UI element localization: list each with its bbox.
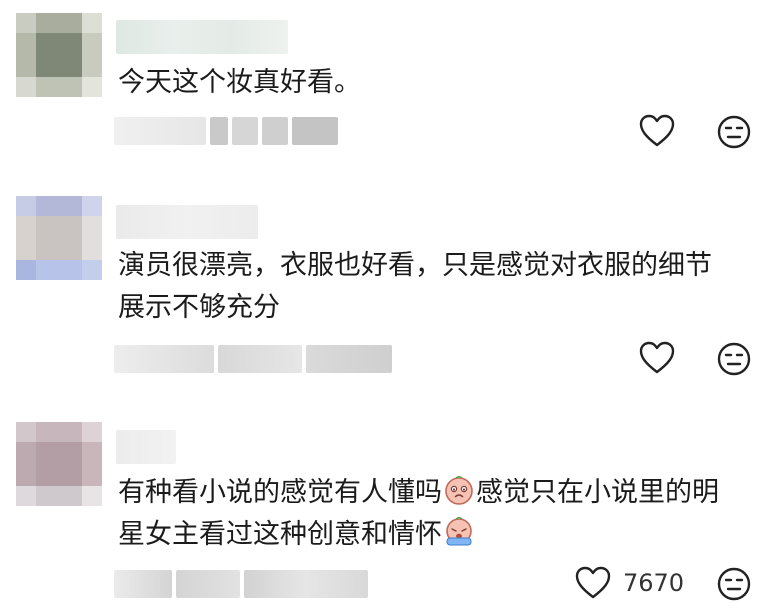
- comment-meta-blurred: [114, 117, 338, 145]
- neutral-face-icon: [717, 342, 751, 376]
- like-count: 7670: [623, 569, 685, 597]
- avatar-pixel: [16, 216, 36, 260]
- username-blurred[interactable]: [116, 205, 258, 239]
- avatar-pixel: [16, 77, 36, 97]
- username-blurred[interactable]: [116, 20, 288, 54]
- avatar-pixel: [82, 13, 102, 33]
- comment-text: 今天这个妆真好看。: [118, 62, 361, 104]
- like-button[interactable]: [639, 114, 675, 148]
- dislike-button[interactable]: [717, 567, 751, 605]
- avatar-pixel: [16, 422, 36, 442]
- avatar-pixel: [82, 216, 102, 260]
- sad-face-sticker-icon: [445, 476, 473, 505]
- avatar-pixel: [82, 196, 102, 216]
- avatar-pixel: [36, 77, 82, 97]
- comment-meta-blurred: [114, 570, 368, 598]
- avatar-pixel: [82, 422, 102, 442]
- avatar-pixel: [36, 196, 82, 216]
- comment-text-segment: 有种看小说的感觉有人懂吗: [118, 477, 442, 508]
- like-button[interactable]: [639, 341, 675, 375]
- avatar-pixel: [36, 486, 82, 506]
- avatar-pixel: [82, 442, 102, 486]
- comment-text-segment: 感觉只在小说里的明: [476, 477, 719, 508]
- comment-text: 演员很漂亮，衣服也好看，只是感觉对衣服的细节 展示不够充分: [118, 245, 712, 329]
- avatar-pixel: [82, 77, 102, 97]
- avatar-pixel: [82, 33, 102, 77]
- avatar[interactable]: [16, 13, 102, 97]
- avatar-pixel: [36, 13, 82, 33]
- comment-text-line: 展示不够充分: [118, 292, 280, 323]
- neutral-face-icon: [717, 115, 751, 149]
- comment-text-line: 有种看小说的感觉有人懂吗 感觉只在小说里的明: [118, 472, 719, 514]
- comment-text-segment: 星女主看过这种创意和情怀: [118, 519, 442, 550]
- avatar-pixel: [16, 33, 36, 77]
- heart-outline-icon: [575, 566, 611, 599]
- avatar-pixel: [82, 260, 102, 280]
- username-blurred[interactable]: [116, 430, 176, 464]
- avatar[interactable]: [16, 196, 102, 280]
- dislike-button[interactable]: [717, 115, 751, 153]
- avatar-pixel: [16, 196, 36, 216]
- avatar-pixel: [16, 442, 36, 486]
- comment-text-line: 星女主看过这种创意和情怀: [118, 514, 719, 556]
- comment-text-line: 今天这个妆真好看。: [118, 67, 361, 98]
- avatar-pixel: [36, 260, 82, 280]
- avatar-pixel: [16, 13, 36, 33]
- heart-outline-icon: [639, 341, 675, 374]
- heart-outline-icon: [639, 114, 675, 147]
- avatar-pixel: [16, 260, 36, 280]
- avatar[interactable]: [16, 422, 102, 506]
- avatar-pixel: [16, 486, 36, 506]
- comment-text-line: 演员很漂亮，衣服也好看，只是感觉对衣服的细节: [118, 250, 712, 281]
- neutral-face-icon: [717, 567, 751, 601]
- avatar-pixel: [82, 486, 102, 506]
- dislike-button[interactable]: [717, 342, 751, 380]
- avatar-pixel: [36, 33, 82, 77]
- comment-meta-blurred: [114, 345, 392, 373]
- crying-face-sticker-icon: [446, 517, 472, 546]
- avatar-pixel: [36, 422, 82, 442]
- avatar-pixel: [36, 442, 82, 486]
- comment-text: 有种看小说的感觉有人懂吗 感觉只在小说里的明 星女主看过这种创意和情怀: [118, 472, 719, 556]
- like-button[interactable]: 7670: [575, 566, 684, 600]
- avatar-pixel: [36, 216, 82, 260]
